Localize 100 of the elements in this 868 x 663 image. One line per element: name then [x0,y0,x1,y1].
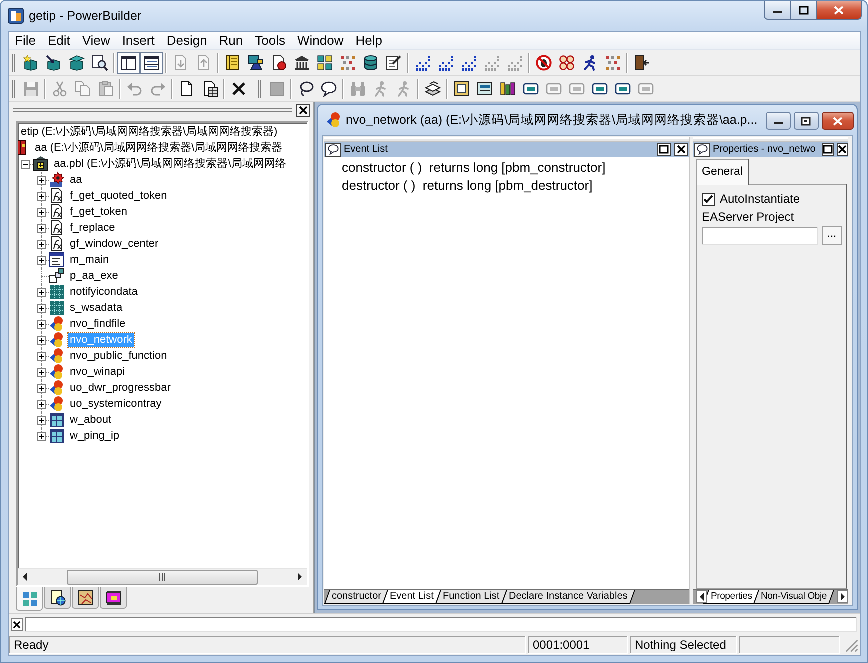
expand-icon[interactable] [37,288,46,296]
menu-item[interactable]: View [76,32,116,49]
panel-grip[interactable] [13,108,292,112]
maximize-button[interactable] [822,143,834,156]
expand-icon[interactable] [37,400,46,408]
editor-tab[interactable]: Function List [436,590,508,604]
grid-icon [49,284,65,300]
tree-item[interactable]: nvo_findfile [68,317,128,331]
menu-item[interactable]: Tools [249,32,292,49]
book-icon [224,54,240,70]
cube-icon [68,54,84,70]
menu-item[interactable]: Design [160,32,214,49]
toolbar-grip[interactable] [12,80,15,98]
toolbar-button[interactable] [140,52,163,74]
tree-item[interactable]: f_get_token [68,205,130,219]
clipboard-icon [98,80,114,96]
text-field[interactable] [702,226,818,244]
restore-button[interactable] [794,112,819,130]
toolbar-grip[interactable] [12,54,15,72]
tree-item[interactable]: aa (E:\小源码\局域网网络搜索器\局域网网络搜索器 [33,141,285,155]
close-button[interactable] [296,104,310,116]
bars-icon [500,80,516,96]
tree-item[interactable]: nvo_public_function [68,349,170,363]
tree-item[interactable]: p_aa_exe [68,269,120,283]
walking-figure-icon [396,80,412,96]
expand-icon[interactable] [37,384,46,392]
command-field[interactable] [25,617,857,632]
tree-item[interactable]: gf_window_center [68,237,161,251]
properties-tab[interactable]: General [696,159,749,185]
expand-icon[interactable] [37,192,46,200]
properties-tab[interactable]: Non-Visual Obje [754,590,835,604]
expand-icon[interactable] [37,368,46,376]
editor-tab[interactable]: Declare Instance Variables [502,590,636,604]
close-icon [676,145,686,154]
tree-item[interactable]: uo_dwr_progressbar [68,381,173,395]
tree-item[interactable]: notifyicondata [68,285,140,299]
event-item[interactable]: constructor ( ) returns long [pbm_constructor] [342,159,689,177]
expand-icon[interactable] [37,416,46,424]
right-arrow-icon[interactable] [296,573,304,581]
restore-icon [801,116,812,126]
panel-tab[interactable] [44,587,71,609]
tree-item[interactable]: aa.pbl (E:\小源码\局域网网络搜索器\局域网网络 [52,157,288,171]
tree-item[interactable]: nvo_winapi [68,365,128,379]
menu-item[interactable]: Help [350,32,389,49]
menu-item[interactable]: Run [213,32,250,49]
menu-item[interactable]: Window [292,32,350,49]
panel-tab[interactable] [100,587,127,609]
book-icon [19,140,27,156]
tile-icon [522,80,538,96]
menu-item[interactable]: File [9,32,42,49]
browse-button[interactable]: ... [822,226,842,245]
grid-icon [49,300,65,316]
scrollbar-thumb[interactable] [67,570,258,584]
tree-item[interactable]: f_replace [68,221,118,235]
page-magnifier-icon [92,54,108,70]
tree-item[interactable]: w_ping_ip [68,429,122,443]
minimize-button[interactable] [766,112,791,130]
tree-item[interactable]: w_about [68,413,114,427]
running-figure-icon [582,54,598,70]
expand-icon[interactable] [37,240,46,248]
close-button[interactable] [822,112,854,130]
tree-item[interactable]: f_get_quoted_token [68,189,170,203]
expand-icon[interactable] [37,320,46,328]
close-button[interactable] [11,618,23,631]
toolbar-grip[interactable] [258,80,261,98]
maximize-button[interactable] [790,1,817,20]
menu-item[interactable]: Edit [42,32,76,49]
editor-tab[interactable]: Event List [382,590,442,604]
expand-icon[interactable] [37,224,46,232]
editor-tab[interactable]: constructor [324,590,390,604]
tree-item[interactable]: m_main [68,253,112,267]
tree-item[interactable]: uo_systemicontray [68,397,164,411]
close-button[interactable] [674,143,688,156]
map-icon [78,590,94,606]
expand-icon[interactable] [37,176,46,184]
tree-item[interactable]: aa [68,173,84,187]
left-arrow-icon[interactable] [21,573,29,581]
scroll-left-button[interactable] [696,590,707,603]
panel-tab[interactable] [72,587,99,609]
expand-icon[interactable] [37,336,46,344]
dot-grid-icon [414,54,430,70]
collapse-icon[interactable] [21,160,30,168]
card-icon [476,80,492,96]
menu-item[interactable]: Insert [116,32,161,49]
scroll-right-button[interactable] [837,590,848,603]
expand-icon[interactable] [37,432,46,440]
tree-item[interactable]: s_wsadata [68,301,125,315]
tree-item[interactable]: etip (E:\小源码\局域网网络搜索器\局域网网络搜索器) [19,125,280,139]
close-button[interactable] [836,143,848,156]
maximize-button[interactable] [657,143,671,156]
expand-icon[interactable] [37,304,46,312]
tile-icon [568,80,584,96]
horizontal-scrollbar[interactable] [18,568,307,585]
toolbar-button[interactable] [117,52,140,74]
expand-icon[interactable] [37,208,46,216]
event-item[interactable]: destructor ( ) returns long [pbm_destructor] [342,177,689,195]
checkbox[interactable] [702,192,715,206]
expand-icon[interactable] [37,352,46,360]
minimize-button[interactable] [764,1,791,20]
expand-icon[interactable] [37,256,46,264]
